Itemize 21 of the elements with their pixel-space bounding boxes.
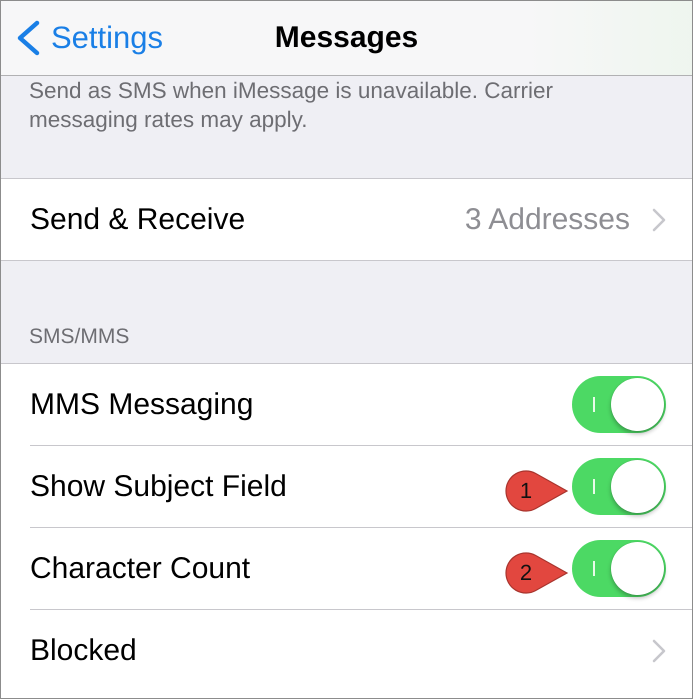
on-indicator-icon [593, 561, 595, 576]
chevron-right-icon [652, 638, 666, 662]
callout-marker: 2 [505, 552, 569, 594]
footer-note: Send as SMS when iMessage is unavailable. Carrier messaging rates may apply. [29, 77, 554, 134]
chevron-left-icon [15, 20, 41, 56]
row-label: Show Subject Field [30, 470, 287, 504]
row-label: MMS Messaging [30, 388, 254, 422]
callout-marker: 1 [505, 470, 569, 512]
section-header: SMS/MMS [29, 324, 130, 350]
toggle-switch[interactable] [572, 540, 666, 597]
toggle-switch[interactable] [572, 458, 666, 515]
page-title: Messages [274, 21, 418, 55]
list-row[interactable]: Blocked [30, 610, 692, 691]
back-button[interactable]: Settings [1, 20, 164, 56]
row-value: 3 Addresses [464, 202, 630, 236]
on-indicator-icon [593, 397, 595, 412]
chevron-right-icon [652, 208, 666, 232]
on-indicator-icon [593, 479, 595, 494]
row-label: Character Count [30, 552, 250, 586]
list-row[interactable]: Send & Receive 3 Addresses [30, 179, 692, 260]
toggle-switch[interactable] [572, 376, 666, 433]
